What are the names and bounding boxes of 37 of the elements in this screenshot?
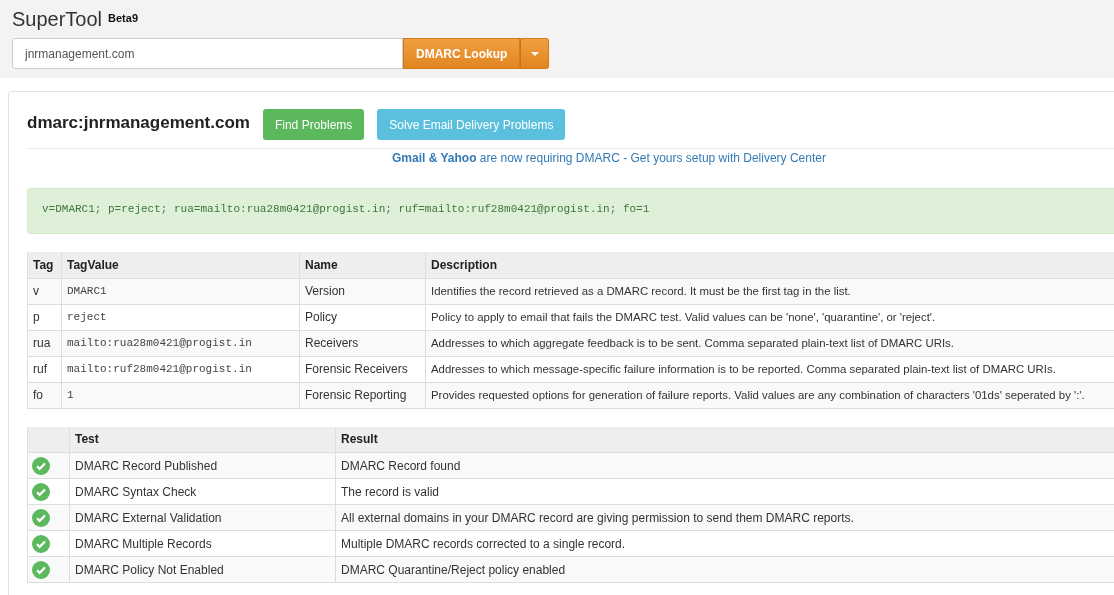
table-cell: Receivers [299,330,426,356]
table-cell: mailto:rua28m0421@progist.in [61,330,300,356]
notice-link[interactable]: Gmail & Yahoo are now requiring DMARC - Get yours setup with Delivery Center [392,151,826,165]
table-cell: fo [27,382,62,408]
column-header: Name [299,252,426,278]
table-cell: mailto:ruf28m0421@progist.in [61,356,300,382]
domain-field[interactable]: jnrmanagement.com [12,38,403,69]
table-cell: reject [61,304,300,330]
table-cell: Policy [299,304,426,330]
table-cell: Forensic Reporting [299,382,426,408]
record-text: v=DMARC1; p=reject; rua=mailto:rua28m0421@progist.in; ruf=mailto:ruf28m0421@progist.in; fo=1 [27,188,1114,234]
action-button[interactable]: Find Problems [262,109,365,140]
table-cell: Version [299,278,426,304]
column-header: Test [69,426,336,453]
table-cell: v [27,278,62,304]
table-cell: rua [27,330,62,356]
table-cell: DMARC Syntax Check [69,478,336,505]
column-header: Tag [27,252,62,278]
table-cell: DMARC1 [61,278,300,304]
table-cell: DMARC Record Published [69,452,336,479]
version-label: Beta9 [108,12,139,24]
column-header: Description [425,252,1114,278]
caret-icon [530,51,539,56]
table-cell: DMARC Multiple Records [69,530,336,557]
column-header: Result [335,426,1114,453]
column-header: TagValue [61,252,300,278]
lookup-button[interactable]: DMARC Lookup [403,38,521,69]
dropdown-button[interactable] [520,38,550,69]
table-cell: DMARC External Validation [69,504,336,531]
action-button[interactable]: Solve Email Delivery Problems [377,109,566,140]
table-cell: 1 [61,382,300,408]
table-cell: ruf [27,356,62,382]
result-heading: dmarc:jnrmanagement.com [27,112,250,133]
table-cell: Forensic Receivers [299,356,426,382]
app-title: SuperTool [12,8,103,31]
table-cell: p [27,304,62,330]
table-cell: DMARC Policy Not Enabled [69,556,336,583]
